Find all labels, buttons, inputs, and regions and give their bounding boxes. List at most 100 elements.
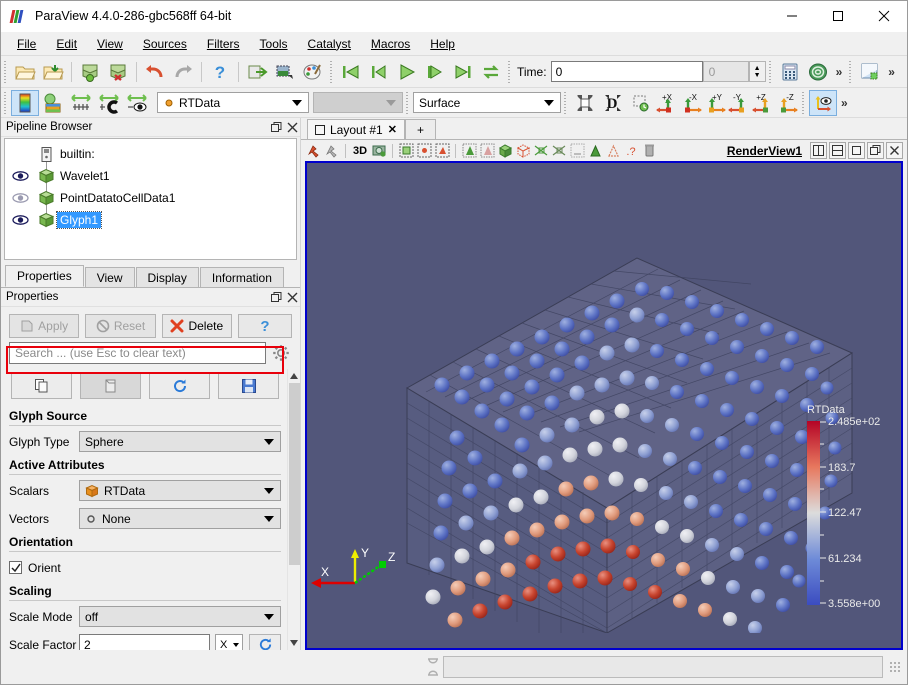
first-frame-icon[interactable] [337, 59, 365, 85]
minus-z-icon[interactable]: -Z [775, 90, 799, 116]
visibility-eye-icon[interactable] [5, 192, 35, 204]
select-cells-icon[interactable] [397, 142, 415, 160]
pipeline-item-wavelet1[interactable]: Wavelet1 [5, 165, 296, 187]
scrollbar-track[interactable] [288, 383, 301, 636]
scalars-combo[interactable]: RTData [79, 480, 281, 501]
plus-y-icon[interactable]: +Y [703, 90, 727, 116]
connect-server-icon[interactable] [243, 59, 271, 85]
edit-color-legend-icon[interactable] [39, 90, 67, 116]
reset-button[interactable]: Reset [85, 314, 156, 338]
scale-factor-input[interactable]: 2 [79, 634, 210, 650]
toolbar-grip-5[interactable] [847, 60, 855, 83]
orient-checkbox[interactable] [9, 561, 22, 574]
repr-grip-3[interactable] [562, 91, 569, 114]
properties-scrollbar[interactable] [287, 369, 300, 650]
pipeline-item-pointdatatocelldata1[interactable]: PointDatatoCellData1 [5, 187, 296, 209]
spin-up-icon[interactable]: ▲ [754, 65, 761, 72]
last-frame-icon[interactable] [449, 59, 477, 85]
pipeline-undock-icon[interactable] [268, 119, 284, 135]
layout-tab-close-icon[interactable]: ✕ [388, 123, 397, 136]
paste-properties-icon[interactable] [80, 373, 141, 399]
vectors-combo[interactable]: None [79, 508, 281, 529]
interactive-points-icon[interactable] [323, 142, 341, 160]
find-data-icon[interactable] [568, 142, 586, 160]
properties-close-icon[interactable] [284, 289, 300, 305]
toolbar-grip-1[interactable] [2, 60, 9, 83]
reset-camera-icon[interactable] [571, 90, 599, 116]
menu-file[interactable]: File [7, 34, 46, 54]
menu-filters[interactable]: Filters [197, 34, 250, 54]
main-toolbar-overflow[interactable]: » [832, 65, 847, 79]
contour-icon[interactable] [804, 59, 832, 85]
render-view-canvas[interactable]: Y X Z RTData 2.485e+02 183.7 122.47 61.2… [307, 163, 901, 633]
tab-information[interactable]: Information [199, 267, 284, 287]
time-input[interactable]: 0 [550, 61, 703, 82]
toolbar-grip-2[interactable] [328, 60, 335, 83]
glyph-type-combo[interactable]: Sphere [79, 431, 281, 452]
split-horizontal-icon[interactable] [810, 142, 827, 159]
color-palette-icon[interactable] [299, 59, 327, 85]
hover-points-icon[interactable] [532, 142, 550, 160]
tab-view[interactable]: View [84, 267, 135, 287]
next-frame-icon[interactable] [421, 59, 449, 85]
properties-help-button[interactable]: ? [237, 314, 292, 338]
resize-grip[interactable] [889, 661, 901, 673]
toolbar-grip-3[interactable] [506, 60, 513, 83]
play-icon[interactable] [393, 59, 421, 85]
pipeline-item-builtin[interactable]: builtin: [5, 143, 296, 165]
menu-catalyst[interactable]: Catalyst [298, 34, 361, 54]
pipeline-browser-list[interactable]: builtin: Wavelet1 PointDatatoCellData1 G… [4, 138, 297, 260]
minus-y-icon[interactable]: -Y [727, 90, 751, 116]
rescale-visible-range-icon[interactable] [123, 90, 151, 116]
menu-sources[interactable]: Sources [133, 34, 197, 54]
help-icon[interactable]: ? [206, 59, 234, 85]
tab-properties[interactable]: Properties [5, 265, 84, 287]
representation-combo[interactable]: Surface [413, 92, 561, 113]
select-points-icon[interactable] [415, 142, 433, 160]
select-points-polygon-icon[interactable] [460, 142, 478, 160]
select-cells-polygon-icon[interactable] [478, 142, 496, 160]
tab-layout-1[interactable]: Layout #1 ✕ [307, 119, 405, 139]
center-axes-visibility-icon[interactable] [809, 89, 837, 116]
disconnect-server-icon[interactable] [271, 59, 299, 85]
open-recent-icon[interactable] [39, 59, 67, 85]
plot-over-time-icon[interactable] [586, 142, 604, 160]
repr-toolbar-overflow[interactable]: » [837, 96, 852, 110]
repr-grip-4[interactable] [800, 91, 807, 114]
rescale-custom-range-icon[interactable] [95, 90, 123, 116]
visibility-eye-icon[interactable] [5, 214, 35, 226]
maximize-button[interactable] [815, 1, 861, 32]
close-view-icon[interactable] [886, 142, 903, 159]
save-as-defaults-icon[interactable] [218, 373, 279, 399]
scale-factor-unit-combo[interactable]: X [215, 634, 243, 650]
calculator-icon[interactable] [776, 59, 804, 85]
minus-x-icon[interactable]: -X [679, 90, 703, 116]
zoom-to-box-icon[interactable] [627, 90, 655, 116]
new-layout-tab[interactable]: + [404, 119, 436, 139]
plus-x-icon[interactable]: +X [655, 90, 679, 116]
menu-view[interactable]: View [87, 34, 133, 54]
trash-icon[interactable] [640, 142, 658, 160]
scroll-down-icon[interactable] [290, 636, 298, 650]
loop-icon[interactable] [477, 59, 505, 85]
apply-button[interactable]: Apply [9, 314, 80, 338]
frame-index-field[interactable]: 0 [702, 61, 749, 82]
select-cells-through-icon[interactable] [433, 142, 451, 160]
save-data-icon[interactable] [76, 59, 104, 85]
gear-icon[interactable] [270, 342, 292, 364]
close-button[interactable] [861, 1, 907, 32]
search-input[interactable]: Search ... (use Esc to clear text) [9, 342, 266, 364]
repr-grip-2[interactable] [404, 91, 411, 114]
color-map-editor-icon[interactable] [11, 89, 39, 116]
redo-icon[interactable] [169, 59, 197, 85]
menu-help[interactable]: Help [420, 34, 465, 54]
screenshot-toolbar-overflow[interactable]: » [884, 65, 899, 79]
color-array-combo[interactable]: RTData [157, 92, 309, 113]
frame-index-spinner[interactable]: ▲ ▼ [748, 61, 766, 82]
scrollbar-thumb[interactable] [288, 383, 300, 565]
open-file-icon[interactable] [11, 59, 39, 85]
tab-display[interactable]: Display [135, 267, 199, 287]
save-state-icon[interactable] [104, 59, 132, 85]
split-vertical-icon[interactable] [829, 142, 846, 159]
undock-view-icon[interactable] [867, 142, 884, 159]
